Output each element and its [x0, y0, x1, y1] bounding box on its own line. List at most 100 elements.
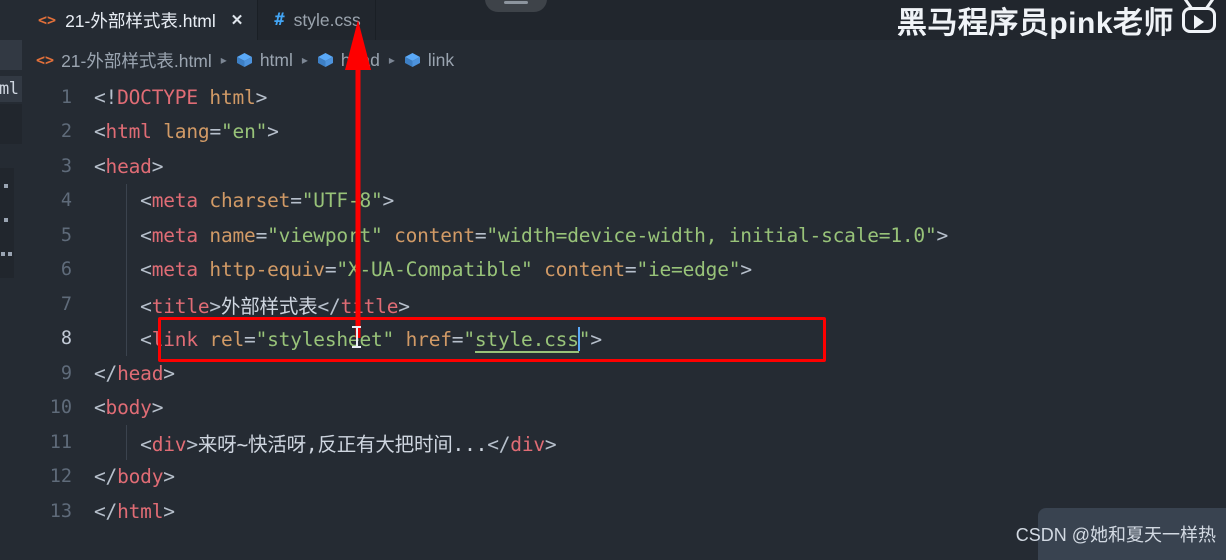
code-line[interactable]: 12 </body>	[22, 460, 1226, 495]
code-token: =	[324, 258, 337, 282]
code-line[interactable]: 5 <meta name="viewport" content="width=d…	[22, 218, 1226, 253]
code-token: head	[105, 154, 152, 178]
code-text: <link rel="stylesheet" href="style.css">	[94, 326, 602, 353]
breadcrumb-separator-icon: ▸	[220, 53, 227, 67]
code-token: =	[451, 327, 464, 351]
code-line[interactable]: 1 <!DOCTYPE html>	[22, 80, 1226, 115]
explorer-file-fragment[interactable]: ml	[0, 76, 22, 102]
symbol-cube-icon	[404, 52, 421, 68]
code-line[interactable]: 7 <title>外部样式表</title>	[22, 287, 1226, 322]
line-number: 7	[60, 293, 72, 315]
code-token: content	[544, 258, 625, 282]
code-token: meta	[151, 189, 198, 213]
line-number: 3	[60, 155, 72, 177]
breadcrumb-item-link[interactable]: link	[404, 50, 454, 71]
code-token: meta	[151, 258, 198, 282]
tab-21-external-stylesheet-html[interactable]: <> 21-外部样式表.html ✕	[22, 0, 259, 40]
code-token: "X-UA-Compatible"	[336, 258, 533, 282]
code-text: </html>	[94, 500, 175, 523]
code-line[interactable]: 3 <head>	[22, 149, 1226, 184]
code-text: <html lang="en">	[94, 120, 279, 143]
indent-guide	[126, 287, 127, 322]
code-line[interactable]: 8 <link rel="stylesheet" href="style.css…	[22, 321, 1226, 356]
code-token: >	[398, 294, 410, 318]
editor-tab-bar: <> 21-外部样式表.html ✕ # style.css	[22, 0, 1226, 40]
line-number: 8	[60, 328, 72, 350]
code-line[interactable]: 11 <div>来呀~快活呀,反正有大把时间...</div>	[22, 425, 1226, 460]
explorer-tree-markers[interactable]	[0, 168, 14, 278]
line-number: 11	[49, 431, 72, 453]
code-token: >	[163, 465, 175, 489]
code-token: =	[255, 223, 268, 247]
code-line[interactable]: 4 <meta charset="UTF-8">	[22, 183, 1226, 218]
code-text: <title>外部样式表</title>	[94, 290, 410, 319]
code-token: "viewport"	[267, 223, 383, 247]
code-editor[interactable]: 1 <!DOCTYPE html> 2 <html lang="en"> 3 <head>…	[22, 80, 1226, 560]
code-token: <	[94, 432, 152, 456]
breadcrumb-item-html[interactable]: html	[236, 50, 293, 71]
code-token: =	[290, 189, 302, 213]
code-token: div	[510, 432, 545, 456]
breadcrumb-label: head	[340, 49, 380, 70]
code-token: http-equiv	[209, 258, 325, 282]
code-token: =	[244, 327, 256, 351]
symbol-cube-icon	[317, 52, 334, 68]
line-number: 2	[60, 121, 72, 143]
code-token: body	[105, 396, 152, 420]
html-file-icon: <>	[36, 51, 55, 69]
code-line[interactable]: 2 <html lang="en">	[22, 115, 1226, 150]
code-token: >	[740, 258, 752, 282]
code-token: DOCTYPE	[117, 85, 198, 109]
indent-guide	[126, 252, 127, 287]
code-token: =	[474, 223, 487, 247]
breadcrumb-item-head[interactable]: head	[317, 50, 380, 71]
code-token: <	[94, 120, 106, 144]
code-token: >	[267, 120, 279, 144]
code-token: <	[94, 258, 152, 282]
code-token: </	[94, 465, 118, 489]
code-text: <meta http-equiv="X-UA-Compatible" conte…	[94, 258, 752, 281]
code-line[interactable]: 6 <meta http-equiv="X-UA-Compatible" con…	[22, 252, 1226, 287]
breadcrumb: <> 21-外部样式表.html ▸ html ▸ head ▸ link	[22, 40, 1226, 80]
code-token: content	[394, 223, 475, 247]
breadcrumb-separator-icon: ▸	[301, 53, 308, 67]
code-line[interactable]: 9 </head>	[22, 356, 1226, 391]
explorer-strip: ml	[0, 0, 22, 560]
code-text: <meta charset="UTF-8">	[94, 189, 394, 212]
line-number: 1	[60, 86, 72, 108]
breadcrumb-item-file[interactable]: <> 21-外部样式表.html	[36, 48, 212, 73]
code-token: body	[117, 465, 164, 489]
indent-guide	[126, 183, 127, 218]
close-icon[interactable]: ✕	[231, 13, 244, 28]
code-token: =	[209, 120, 221, 144]
code-token: >	[209, 294, 221, 318]
code-token: <	[94, 327, 152, 351]
breadcrumb-separator-icon: ▸	[388, 53, 395, 67]
code-token: </	[317, 294, 341, 318]
code-token: "UTF-8"	[301, 189, 383, 213]
code-token: "en"	[220, 120, 268, 144]
code-token: <	[94, 154, 106, 178]
code-token: >	[590, 327, 602, 351]
code-token: title	[151, 294, 210, 318]
code-text: <head>	[94, 155, 163, 178]
code-text: <div>来呀~快活呀,反正有大把时间...</div>	[94, 428, 556, 457]
line-number: 6	[60, 259, 72, 281]
code-token: <	[94, 396, 106, 420]
code-token: html	[117, 499, 164, 523]
code-token: >	[163, 361, 175, 385]
code-line[interactable]: 10 <body>	[22, 391, 1226, 426]
code-token: >	[382, 189, 395, 213]
code-token: >	[544, 432, 557, 456]
indent-guide	[126, 425, 127, 460]
explorer-panel-lower	[0, 104, 22, 144]
code-token: rel	[209, 327, 245, 351]
tab-style-css[interactable]: # style.css	[258, 0, 376, 40]
code-token: >	[936, 223, 949, 247]
